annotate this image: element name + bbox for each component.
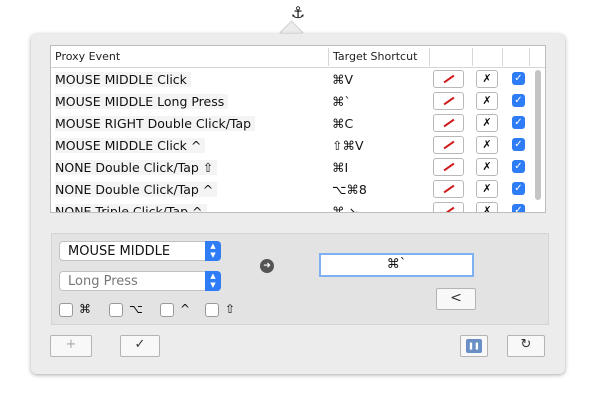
edit-button[interactable]	[433, 180, 464, 198]
modifier-command[interactable]: ⌘	[59, 302, 91, 317]
delete-button[interactable]: ✗	[476, 158, 498, 176]
target-shortcut-cell: ⌘ ↘	[332, 204, 359, 213]
modifier-option[interactable]: ⌥	[109, 302, 143, 317]
pencil-icon	[443, 140, 455, 150]
backspace-button[interactable]: <	[436, 288, 476, 310]
table-row[interactable]: MOUSE RIGHT Double Click/Tap ⌘C ✗ ✓	[51, 112, 531, 134]
delete-button[interactable]: ✗	[476, 70, 498, 88]
pencil-icon	[443, 96, 455, 106]
pencil-icon	[443, 118, 455, 128]
proxy-event-cell: NONE Double Click/Tap ^	[55, 182, 218, 197]
table-row[interactable]: NONE Triple Click/Tap ^ ⌘ ↘ ✗ ✓	[51, 200, 531, 213]
proxy-event-cell: NONE Triple Click/Tap ^	[55, 204, 207, 212]
enabled-checkbox[interactable]: ✓	[512, 94, 525, 107]
target-shortcut-cell: ⌘I	[332, 160, 349, 175]
modifier-label: ⌥	[129, 302, 143, 316]
col-divider	[472, 48, 473, 66]
target-shortcut-cell: ⌘V	[332, 72, 354, 87]
enabled-checkbox[interactable]: ✓	[512, 204, 525, 212]
shortcut-recorder-field[interactable]: ⌘`	[319, 253, 474, 277]
enabled-checkbox[interactable]: ✓	[512, 182, 525, 195]
target-shortcut-cell: ⇧⌘V	[332, 138, 364, 153]
edit-button[interactable]	[433, 158, 464, 176]
col-divider	[429, 48, 430, 66]
reset-button[interactable]: ↻	[507, 335, 545, 357]
select-stepper-icon: ▲ ▼	[205, 241, 221, 261]
table-header: Proxy Event Target Shortcut	[51, 46, 545, 68]
modifier-label: ⌘	[79, 302, 91, 316]
proxy-event-cell: MOUSE RIGHT Double Click/Tap	[55, 116, 256, 131]
arrow-right-icon: ➜	[260, 259, 274, 273]
modifier-checkbox[interactable]	[160, 302, 174, 317]
col-target-shortcut[interactable]: Target Shortcut	[333, 50, 417, 63]
edit-button[interactable]	[433, 114, 464, 132]
enabled-checkbox[interactable]: ✓	[512, 116, 525, 129]
action-select-value: Long Press	[68, 274, 138, 289]
table-row[interactable]: MOUSE MIDDLE Click ^ ⇧⌘V ✗ ✓	[51, 134, 531, 156]
pause-button[interactable]: ❚❚	[460, 335, 488, 357]
table-row[interactable]: MOUSE MIDDLE Long Press ⌘` ✗ ✓	[51, 90, 531, 112]
select-stepper-icon: ▲ ▼	[205, 271, 221, 291]
pencil-icon	[443, 206, 455, 212]
target-shortcut-cell: ⌘`	[332, 94, 351, 109]
device-select-value: MOUSE MIDDLE	[68, 244, 171, 259]
delete-button[interactable]: ✗	[476, 114, 498, 132]
modifier-control[interactable]: ^	[160, 302, 190, 317]
delete-button[interactable]: ✗	[476, 202, 498, 212]
proxy-event-cell: MOUSE MIDDLE Click	[55, 72, 191, 87]
target-shortcut-cell: ⌥⌘8	[332, 182, 367, 197]
delete-button[interactable]: ✗	[476, 92, 498, 110]
enabled-checkbox[interactable]: ✓	[512, 160, 525, 173]
modifier-checkbox[interactable]	[205, 302, 219, 317]
proxy-event-cell: MOUSE MIDDLE Click ^	[55, 138, 206, 153]
col-divider	[529, 48, 530, 66]
pencil-icon	[443, 74, 455, 84]
enabled-checkbox[interactable]: ✓	[512, 72, 525, 85]
shortcut-table: Proxy Event Target Shortcut MOUSE MIDDLE…	[50, 45, 546, 213]
delete-button[interactable]: ✗	[476, 136, 498, 154]
edit-button[interactable]	[433, 92, 464, 110]
table-row[interactable]: NONE Double Click/Tap ^ ⌥⌘8 ✗ ✓	[51, 178, 531, 200]
edit-button[interactable]	[433, 136, 464, 154]
modifier-shift[interactable]: ⇧	[205, 302, 235, 317]
modifier-label: ⇧	[225, 302, 236, 316]
enabled-checkbox[interactable]: ✓	[512, 138, 525, 151]
delete-button[interactable]: ✗	[476, 180, 498, 198]
pencil-icon	[443, 162, 455, 172]
proxy-event-cell: MOUSE MIDDLE Long Press	[55, 94, 229, 109]
add-button[interactable]: +	[50, 335, 92, 357]
confirm-button[interactable]: ✓	[120, 335, 160, 357]
target-shortcut-cell: ⌘C	[332, 116, 354, 131]
modifier-checkbox[interactable]	[109, 302, 123, 317]
col-proxy-event[interactable]: Proxy Event	[55, 50, 120, 63]
action-select[interactable]: Long Press ▲ ▼	[59, 271, 221, 291]
table-scrollbar[interactable]	[535, 70, 541, 200]
edit-button[interactable]	[433, 202, 464, 212]
pencil-icon	[443, 184, 455, 194]
edit-button[interactable]	[433, 70, 464, 88]
pause-icon: ❚❚	[466, 339, 482, 353]
col-divider	[502, 48, 503, 66]
proxy-event-cell: NONE Double Click/Tap ⇧	[55, 160, 218, 175]
table-row[interactable]: MOUSE MIDDLE Click ⌘V ✗ ✓	[51, 68, 531, 90]
modifier-label: ^	[180, 302, 191, 316]
modifier-checkbox[interactable]	[59, 302, 73, 317]
device-select[interactable]: MOUSE MIDDLE ▲ ▼	[59, 241, 221, 261]
col-divider	[328, 48, 329, 66]
table-row[interactable]: NONE Double Click/Tap ⇧ ⌘I ✗ ✓	[51, 156, 531, 178]
